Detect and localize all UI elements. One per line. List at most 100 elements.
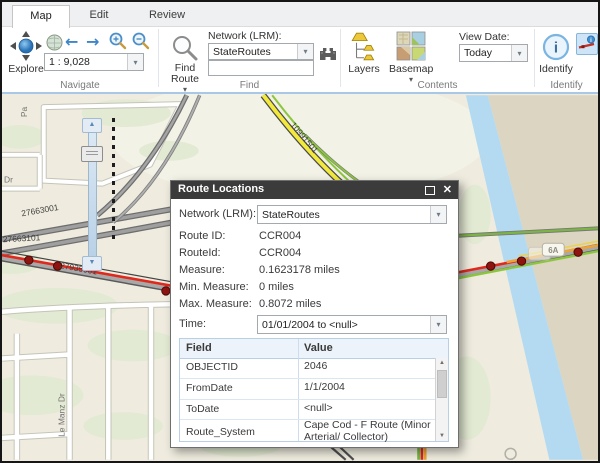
route-value-input[interactable] [208, 60, 314, 76]
identify-group-label: Identify [550, 80, 583, 91]
find-route-magnifier-icon [173, 36, 198, 61]
max-measure-value: 0.8072 miles [259, 298, 322, 310]
cell-field: OBJECTID [186, 361, 238, 373]
tab-map[interactable]: Map [12, 5, 70, 28]
cell-field: FromDate [186, 382, 233, 394]
table-row[interactable]: FromDate 1/1/2004 [180, 379, 436, 400]
field-column-header: Field [186, 342, 212, 354]
routeid-label: RouteId: [179, 247, 221, 259]
identify-route-tool-icon: i [578, 35, 595, 49]
close-icon[interactable]: ✕ [443, 183, 452, 196]
group-find: Find Route ▾ Network (LRM): StateRoutes … [159, 27, 340, 94]
routeid-value: CCR004 [259, 247, 302, 259]
street-label-pa: Pa [19, 106, 29, 117]
scrollbar-thumb[interactable] [437, 370, 447, 398]
find-group-label: Find [239, 80, 260, 91]
ribbon-tab-bar: Map Edit Review [2, 2, 598, 28]
cell-value: <null> [304, 402, 333, 414]
ribbon: Explore ← → 1 : 9,028 ▾ Navigate Find Ro… [2, 27, 598, 94]
svg-text:6A: 6A [548, 246, 558, 255]
basemap-label: Basemap [389, 63, 434, 75]
identify-button[interactable]: i Identify [538, 30, 574, 75]
cell-value: 2046 [304, 360, 328, 372]
dialog-network-combo[interactable]: StateRoutes ▾ [257, 205, 447, 224]
max-measure-label: Max. Measure: [179, 298, 252, 310]
dialog-network-label: Network (LRM): [179, 208, 257, 220]
view-date-value: Today [464, 47, 493, 59]
time-label: Time: [179, 318, 207, 330]
measure-value: 0.1623178 miles [259, 264, 340, 276]
group-contents: Layers Basemap ▾ View Date: Today ▾ Cont… [341, 27, 534, 92]
scroll-up-icon[interactable]: ▲ [436, 360, 448, 366]
tab-review[interactable]: Review [130, 5, 204, 26]
layers-icon [351, 32, 375, 61]
chevron-down-icon[interactable]: ▾ [430, 206, 446, 223]
chevron-down-icon[interactable]: ▾ [511, 45, 527, 61]
identify-label: Identify [539, 63, 573, 75]
scroll-down-icon[interactable]: ▼ [436, 433, 448, 439]
network-lrm-combo[interactable]: StateRoutes ▾ [208, 43, 314, 60]
map-scale-value: 1 : 9,028 [49, 56, 90, 68]
min-measure-value: 0 miles [259, 281, 294, 293]
time-combo[interactable]: 01/01/2004 to <null> ▾ [257, 315, 447, 334]
time-value: 01/01/2004 to <null> [262, 318, 358, 331]
street-label-le-manz-dr: Le Manz Dr [57, 393, 67, 437]
zoom-slider-tick-marks [112, 118, 115, 240]
route-id-label: Route ID: [179, 230, 226, 242]
explore-button[interactable]: Explore [6, 30, 46, 75]
dialog-title: Route Locations [178, 183, 265, 195]
table-row[interactable]: Route_System Cape Cod - F Route (Minor A… [180, 419, 436, 443]
network-lrm-label: Network (LRM): [208, 30, 282, 42]
table-row[interactable]: OBJECTID 2046 [180, 358, 436, 379]
cell-value: Cape Cod - F Route (Minor Arterial/ Coll… [304, 419, 431, 443]
map-scale-combo[interactable]: 1 : 9,028 ▾ [44, 53, 144, 71]
map-view[interactable]: 6A 27663001 27663101 27935001 10991501 L… [2, 94, 598, 461]
cell-field: Route_System [186, 426, 255, 438]
table-scrollbar[interactable]: ▲ ▼ [435, 358, 448, 441]
zoom-slider-up-button[interactable]: ▲ [82, 118, 102, 133]
dialog-title-bar[interactable]: Route Locations ✕ [171, 181, 458, 199]
contents-group-label: Contents [417, 80, 458, 91]
group-identify: i Identify i Identify [535, 27, 598, 92]
previous-extent-icon[interactable]: ← [65, 34, 78, 50]
view-date-combo[interactable]: Today ▾ [459, 44, 528, 62]
route-id-value: CCR004 [259, 230, 302, 242]
binoculars-icon[interactable] [319, 47, 337, 61]
layers-label: Layers [348, 63, 380, 75]
identify-icon: i [542, 33, 570, 61]
measure-label: Measure: [179, 264, 225, 276]
layers-button[interactable]: Layers [345, 30, 383, 75]
group-navigate: Explore ← → 1 : 9,028 ▾ Navigate [2, 27, 158, 92]
full-extent-globe-icon[interactable] [46, 34, 63, 51]
tab-edit[interactable]: Edit [69, 5, 129, 26]
basemap-icon [396, 31, 426, 61]
route-locations-dialog: Route Locations ✕ Network (LRM): StateRo… [170, 180, 459, 448]
network-lrm-value: StateRoutes [213, 45, 271, 58]
dialog-network-value: StateRoutes [262, 208, 320, 221]
cell-value: 1/1/2004 [304, 381, 345, 393]
chevron-down-icon[interactable]: ▾ [430, 316, 446, 333]
fixed-zoom-out-icon[interactable] [131, 31, 151, 51]
zoom-slider-handle[interactable] [81, 146, 103, 162]
value-column-header: Value [304, 342, 333, 354]
table-header-row: Field Value [180, 339, 448, 359]
svg-text:i: i [554, 40, 558, 57]
cell-field: ToDate [186, 403, 220, 415]
view-date-label: View Date: [459, 31, 510, 43]
identify-route-locations-tool[interactable]: i [576, 33, 598, 55]
attribute-table: Field Value OBJECTID 2046 FromDate 1/1/2… [179, 338, 449, 442]
chevron-down-icon[interactable]: ▾ [297, 44, 313, 59]
table-row[interactable]: ToDate <null> [180, 400, 436, 420]
chevron-down-icon[interactable]: ▾ [127, 54, 143, 70]
explore-icon [10, 31, 42, 61]
arcgis-window: Map Edit Review Explore ← → 1: 9,028 ▾ … [0, 0, 600, 463]
road-label-27663101: 27663101 [3, 232, 41, 244]
street-label-dr: Dr [4, 175, 13, 185]
navigate-group-label: Navigate [60, 80, 100, 91]
zoom-slider-down-button[interactable]: ▼ [82, 256, 102, 271]
min-measure-label: Min. Measure: [179, 281, 249, 293]
maximize-icon[interactable] [425, 186, 435, 195]
explore-label: Explore [8, 63, 44, 75]
next-extent-icon[interactable]: → [86, 34, 99, 50]
fixed-zoom-in-icon[interactable] [108, 31, 128, 51]
